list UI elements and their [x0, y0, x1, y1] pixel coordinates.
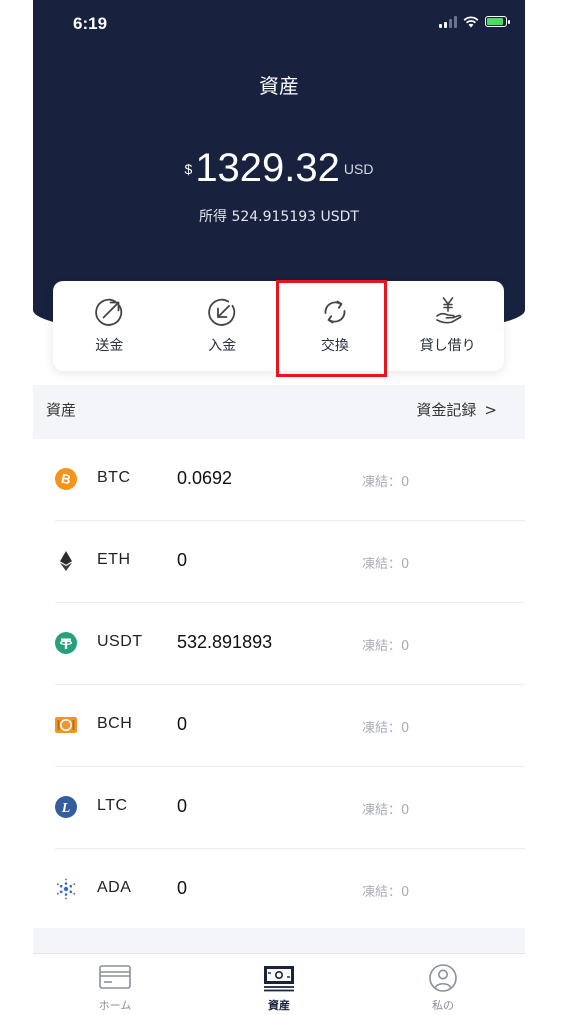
status-time: 6:19: [73, 14, 108, 33]
tab-assets[interactable]: 資産: [197, 954, 361, 1015]
home-card-icon: [99, 965, 131, 989]
wifi-icon: [463, 15, 479, 27]
send-arrow-icon: [95, 298, 123, 326]
signal-icon: [439, 15, 457, 28]
coin-amount: 532.891893: [177, 632, 273, 652]
exchange-label: 交換: [320, 338, 349, 354]
action-card: 送金 入金 交換 貸し借り: [53, 281, 504, 371]
tab-profile-label: 私の: [432, 999, 454, 1012]
lending-yen-hand-icon: [435, 297, 461, 324]
send-label: 送金: [95, 338, 124, 354]
coin-symbol: USDT: [97, 633, 143, 650]
income-text: 所得 524.915193 USDT: [199, 209, 359, 225]
coin-frozen: 凍結：0: [362, 721, 410, 736]
balance-amount: 1329.32: [195, 146, 340, 190]
asset-row-usdt[interactable]: USDT 532.891893 凍結：0: [55, 603, 525, 685]
assets-wallet-icon: [264, 966, 294, 992]
list-footer-spacer: [33, 928, 525, 954]
bch-icon: [55, 717, 77, 733]
deposit-label: 入金: [208, 338, 237, 354]
balance-currency: USD: [343, 160, 374, 177]
battery-icon: [485, 16, 510, 27]
chevron-right-icon: >: [484, 401, 497, 419]
asset-row-btc[interactable]: B BTC 0.0692 凍結：0: [55, 439, 525, 521]
page-title: 資産: [259, 74, 299, 98]
asset-row-ada[interactable]: ADA 0 凍結：0: [55, 849, 525, 931]
app-screen: 6:19 資産 $1329.32 USD 所得 524.915193 USDT 送…: [33, 0, 525, 1015]
profile-icon: [429, 964, 457, 992]
coin-amount: 0: [177, 550, 188, 570]
ltc-icon: L: [55, 796, 77, 818]
usdt-icon: [55, 632, 77, 654]
tab-assets-label: 資産: [268, 999, 290, 1012]
lending-button[interactable]: 貸し借り: [391, 281, 504, 371]
tab-profile[interactable]: 私の: [361, 954, 525, 1015]
asset-row-ltc[interactable]: L LTC 0 凍結：0: [55, 767, 525, 849]
deposit-button[interactable]: 入金: [166, 281, 279, 371]
coin-symbol: LTC: [97, 797, 128, 814]
fund-records-label: 資金記録: [416, 401, 477, 419]
coin-amount: 0: [177, 714, 188, 734]
coin-frozen: 凍結：0: [362, 557, 410, 572]
tab-home[interactable]: ホーム: [33, 954, 197, 1015]
eth-icon: [60, 551, 72, 571]
status-icons: [439, 15, 510, 28]
btc-icon: B: [55, 468, 77, 490]
exchange-cycle-icon: [324, 300, 346, 324]
asset-row-bch[interactable]: BCH 0 凍結：0: [55, 685, 525, 767]
ada-icon: [56, 878, 76, 900]
coin-symbol: ADA: [97, 879, 132, 896]
tab-home-label: ホーム: [98, 999, 132, 1012]
coin-symbol: BTC: [97, 469, 131, 486]
tab-bar: ホーム 資産 私の: [33, 953, 525, 1015]
send-button[interactable]: 送金: [53, 281, 166, 371]
fund-records-link[interactable]: 資金記録 >: [416, 399, 497, 420]
coin-amount: 0: [177, 796, 188, 816]
coin-symbol: BCH: [97, 715, 133, 732]
svg-text:L: L: [61, 801, 71, 816]
coin-frozen: 凍結：0: [362, 885, 410, 900]
exchange-button[interactable]: 交換: [279, 281, 392, 371]
coin-amount: 0: [177, 878, 188, 898]
coin-frozen: 凍結：0: [362, 639, 410, 654]
assets-section-title: 資産: [46, 401, 77, 419]
total-balance: $1329.32 USD: [33, 146, 525, 191]
coin-frozen: 凍結：0: [362, 475, 410, 490]
currency-symbol: $: [184, 160, 193, 177]
asset-row-eth[interactable]: ETH 0 凍結：0: [55, 521, 525, 603]
coin-frozen: 凍結：0: [362, 803, 410, 818]
receive-arrow-icon: [208, 298, 236, 326]
coin-amount: 0.0692: [177, 468, 233, 488]
status-bar: 6:19: [33, 0, 525, 48]
lending-label: 貸し借り: [419, 338, 476, 354]
coin-symbol: ETH: [97, 551, 131, 568]
asset-list: B BTC 0.0692 凍結：0 ETH 0 凍結：0 USDT 532.89…: [33, 439, 525, 931]
